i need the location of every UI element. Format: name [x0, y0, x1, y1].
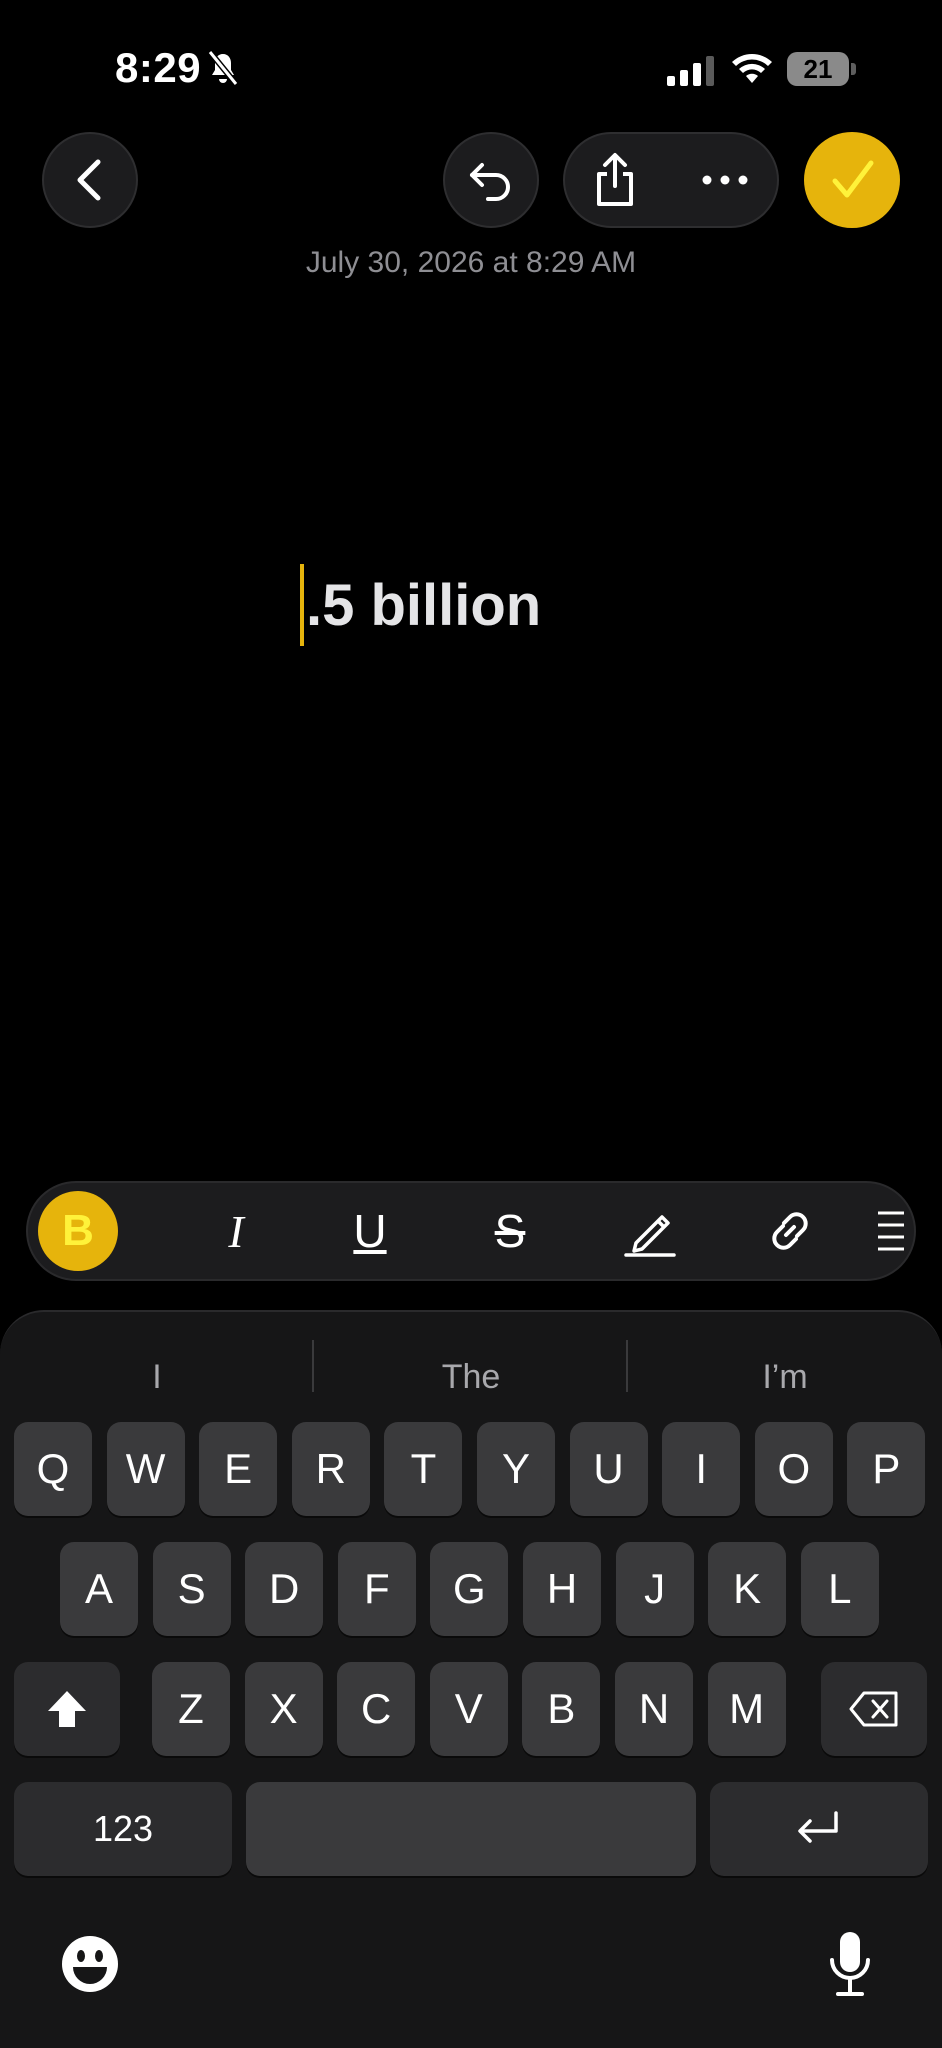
key-v[interactable]: V	[429, 1662, 508, 1756]
highlight-button[interactable]	[600, 1183, 700, 1279]
note-timestamp: July 30, 2026 at 8:29 AM	[305, 246, 637, 279]
strikethrough-button[interactable]: S	[460, 1183, 560, 1279]
key-d[interactable]: D	[245, 1542, 324, 1636]
share-icon[interactable]	[585, 150, 645, 210]
key-h[interactable]: H	[523, 1542, 601, 1636]
key-r[interactable]: R	[291, 1422, 370, 1516]
backspace-icon	[849, 1691, 898, 1727]
keyboard: I The I’m QWERTYUIOP ASDFGHJKL ZXCVBNM 1…	[0, 1310, 942, 2048]
chevron-left-icon	[77, 159, 101, 201]
key-x[interactable]: X	[244, 1662, 323, 1756]
key-e[interactable]: E	[199, 1422, 278, 1516]
more-options-icon[interactable]	[695, 150, 755, 210]
list-lines-icon	[878, 1211, 904, 1251]
key-f[interactable]: F	[337, 1542, 416, 1636]
suggestion-3[interactable]: I’m	[628, 1334, 942, 1420]
key-b[interactable]: B	[522, 1662, 601, 1756]
wifi-icon	[732, 54, 772, 83]
return-key[interactable]	[710, 1782, 928, 1876]
microphone-icon[interactable]	[826, 1930, 874, 1998]
return-arrow-icon	[798, 1811, 838, 1843]
strikethrough-label: S	[494, 1205, 526, 1257]
key-i[interactable]: I	[662, 1422, 741, 1516]
emoji-icon[interactable]	[60, 1934, 120, 1994]
back-button[interactable]	[42, 132, 138, 228]
cellular-signal-icon	[667, 56, 714, 86]
silent-bell-icon	[207, 50, 239, 86]
note-text[interactable]: .5 billion	[306, 572, 541, 639]
suggestion-2[interactable]: The	[314, 1334, 628, 1420]
italic-label: I	[228, 1205, 244, 1257]
battery-level: 21	[803, 54, 833, 84]
key-u[interactable]: U	[569, 1422, 648, 1516]
key-p[interactable]: P	[847, 1422, 926, 1516]
battery-indicator: 21	[787, 52, 857, 86]
undo-button[interactable]	[443, 132, 539, 228]
key-l[interactable]: L	[800, 1542, 879, 1636]
key-g[interactable]: G	[430, 1542, 509, 1636]
underline-label: U	[353, 1205, 387, 1257]
key-a[interactable]: A	[60, 1542, 138, 1636]
key-z[interactable]: Z	[152, 1662, 230, 1756]
shift-arrow-icon	[48, 1691, 86, 1727]
delete-key[interactable]	[821, 1662, 927, 1756]
key-j[interactable]: J	[615, 1542, 694, 1636]
key-k[interactable]: K	[708, 1542, 787, 1636]
key-w[interactable]: W	[106, 1422, 185, 1516]
space-key[interactable]	[246, 1782, 696, 1876]
key-n[interactable]: N	[615, 1662, 693, 1756]
done-button[interactable]	[804, 132, 900, 228]
key-m[interactable]: M	[707, 1662, 786, 1756]
status-time: 8:29	[115, 44, 202, 91]
key-s[interactable]: S	[152, 1542, 231, 1636]
shift-key[interactable]	[14, 1662, 120, 1756]
underline-button[interactable]: U	[320, 1183, 420, 1279]
key-c[interactable]: C	[337, 1662, 416, 1756]
pencil-highlight-icon	[624, 1215, 676, 1257]
key-y[interactable]: Y	[477, 1422, 555, 1516]
suggestion-1[interactable]: I	[0, 1334, 314, 1420]
list-format-button[interactable]	[868, 1183, 912, 1279]
italic-button[interactable]: I	[186, 1183, 286, 1279]
link-icon	[772, 1212, 808, 1250]
key-o[interactable]: O	[754, 1422, 833, 1516]
note-body[interactable]: .5 billion	[300, 564, 541, 646]
share-more-group	[563, 132, 779, 228]
key-q[interactable]: Q	[14, 1422, 92, 1516]
undo-arrow-icon	[470, 163, 510, 201]
numbers-key[interactable]: 123	[14, 1782, 232, 1876]
bold-button[interactable]: B	[38, 1191, 118, 1271]
text-cursor	[300, 564, 304, 646]
key-t[interactable]: T	[384, 1422, 463, 1516]
checkmark-icon	[832, 160, 874, 198]
link-button[interactable]	[740, 1183, 840, 1279]
format-toolbar: B I U S	[26, 1181, 916, 1281]
